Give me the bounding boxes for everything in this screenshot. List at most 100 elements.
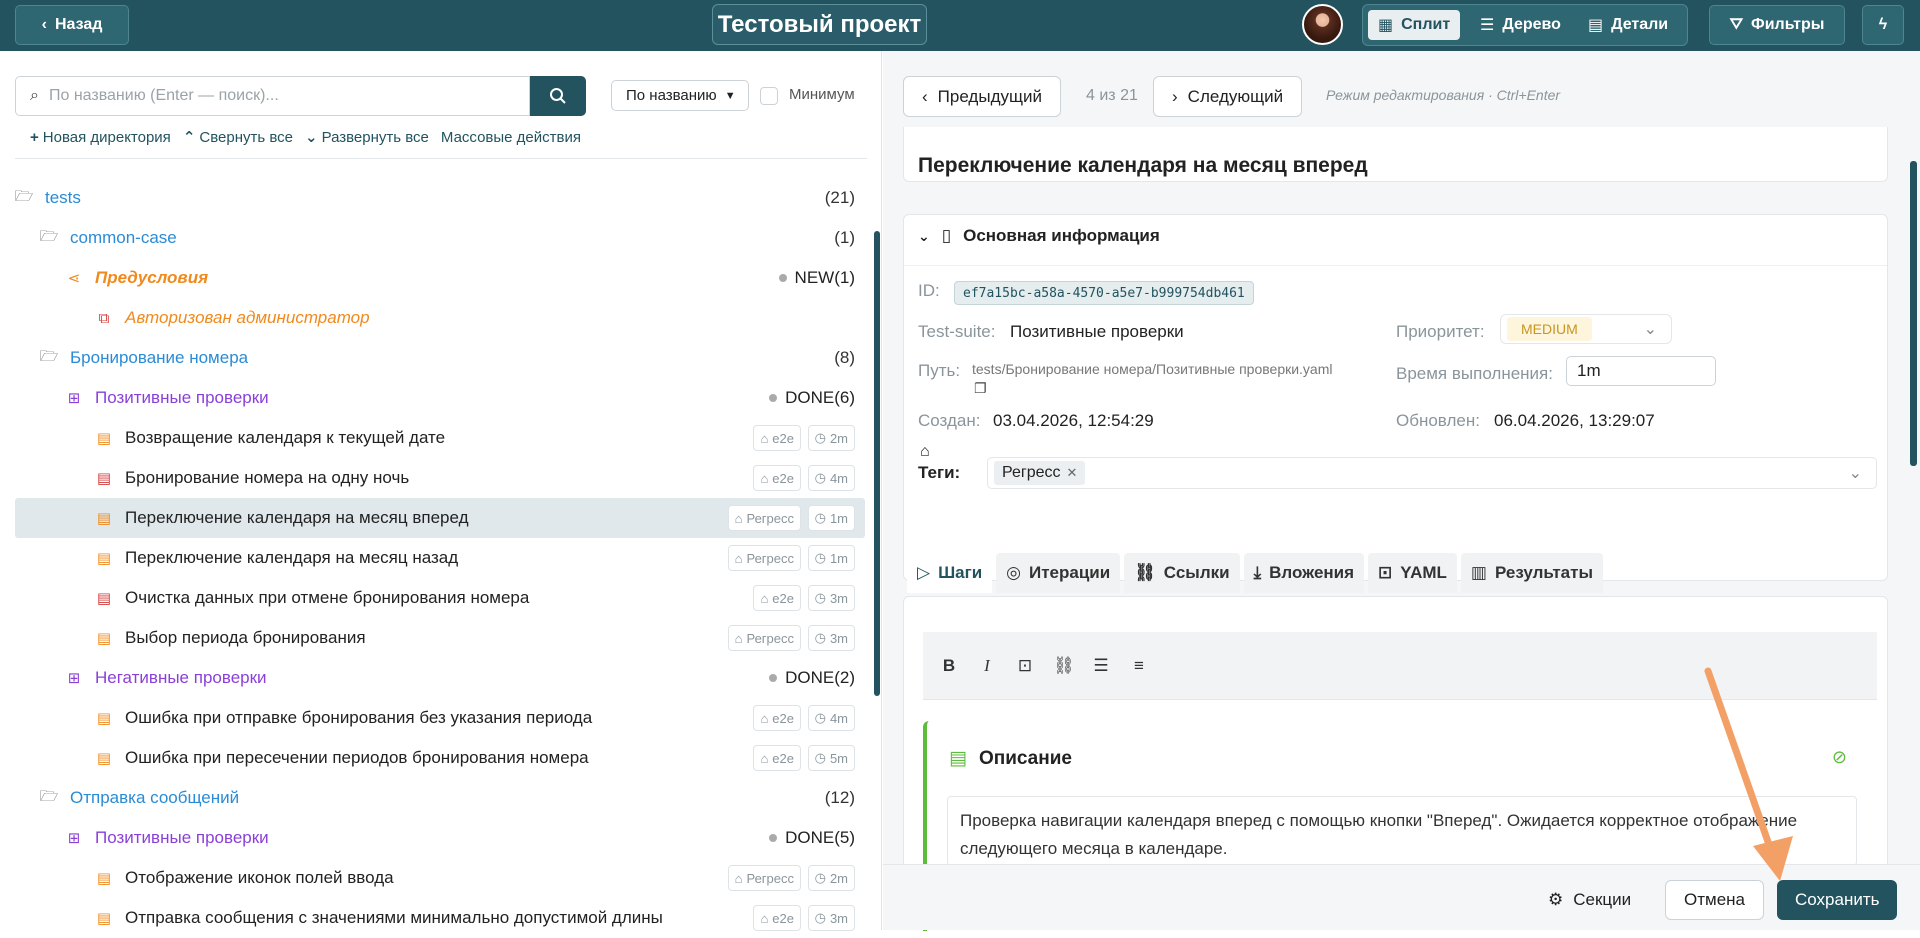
tree-test-case[interactable]: ▤ Ошибка при отправке бронирования без ук… [15, 698, 865, 738]
detail-scrollbar[interactable] [1910, 161, 1917, 466]
chevron-down-icon: ⌄ [1848, 465, 1862, 482]
time-input[interactable]: 1m [1566, 356, 1716, 386]
new-directory-button[interactable]: + Новая директория [30, 128, 171, 146]
tree-precondition[interactable]: ⋖ Предусловия NEW(1) [15, 258, 865, 298]
tree-item-label: Позитивные проверки [95, 828, 269, 847]
test-case-title[interactable]: Переключение календаря на месяц вперед [918, 154, 1368, 178]
time-badge-label: 1m [829, 550, 848, 566]
tag-icon: ⌂ [920, 443, 930, 460]
tree-item-label: Бронирование номера на одну ночь [125, 468, 410, 487]
search-button[interactable] [530, 76, 586, 116]
tag-badge: ⌂ Регресс [727, 505, 801, 531]
search-placeholder: По названию (Enter — поиск)... [48, 87, 279, 104]
italic-icon[interactable]: I [977, 656, 997, 676]
tree-test-case[interactable]: ▤ Ошибка при пересечении периодов брониро… [15, 738, 865, 778]
tag-badge: ⌂ Регресс [727, 625, 801, 651]
bullet-list-icon[interactable]: ☰ [1091, 656, 1111, 676]
tab-attachments[interactable]: ⤓ Вложения [1243, 553, 1365, 593]
test-file-icon: ▤ [96, 590, 112, 607]
view-tree-label: Дерево [1502, 16, 1561, 33]
filters-label: Фильтры [1751, 16, 1825, 33]
next-button[interactable]: › Следующий [1153, 76, 1303, 117]
tag-badge: ⌂ e2e [753, 425, 801, 451]
tree-suite[interactable]: ⊞ Позитивные проверки DONE(6) [15, 378, 865, 418]
status-text: NEW(1) [794, 268, 855, 287]
tag-icon: ⌂ [760, 910, 769, 926]
time-badge: ◷ 3m [807, 585, 855, 611]
bar-chart-icon: ▥ [1470, 563, 1487, 582]
priority-select[interactable]: MEDIUM ⌄ [1500, 314, 1672, 344]
document-icon: ▤ [949, 748, 967, 769]
clock-icon: ◷ [814, 590, 826, 605]
tab-iterations[interactable]: ◎ Итерации [996, 553, 1121, 593]
tag-badge-label: e2e [772, 430, 794, 446]
main-info-header[interactable]: ⌄ ▯ Основная информация [918, 226, 1160, 246]
bold-icon[interactable]: B [939, 656, 959, 676]
tree-item-label: tests [45, 188, 81, 207]
close-icon[interactable]: ✕ [1067, 465, 1078, 481]
tree-folder[interactable]: 🗁 common-case (1) [15, 218, 865, 258]
tree-test-case[interactable]: ▤ Возвращение календаря к текущей дате ⌂ e2… [15, 418, 865, 458]
tree-item-label: Негативные проверки [95, 668, 267, 687]
collapse-all-button[interactable]: ⌃ Свернуть все [183, 128, 293, 147]
tab-steps[interactable]: ▷ Шаги [907, 553, 993, 593]
tree-test-case[interactable]: ▤ Выбор периода бронирования ⌂ Регресс ◷ 3m [15, 618, 865, 658]
tab-yaml[interactable]: ⊡ YAML [1368, 553, 1457, 593]
tag-icon: ⌂ [734, 630, 743, 646]
status-text: DONE(6) [785, 388, 855, 407]
minimum-checkbox[interactable] [760, 87, 778, 105]
share-icon: ⋖ [67, 270, 81, 287]
link-icon[interactable]: ⛓ [1053, 656, 1075, 676]
tree-precondition[interactable]: ⧉ Авторизован администратор [15, 298, 865, 338]
search-input[interactable]: ⌕ По названию (Enter — поиск)... [15, 76, 530, 116]
tree-scrollbar[interactable] [874, 231, 880, 696]
tags-select[interactable]: Регресс ✕ ⌄ [987, 457, 1877, 489]
view-details-button[interactable]: ▤ Детали [1578, 10, 1678, 40]
tag-badge-label: Регресс [746, 510, 794, 526]
id-value: ef7a15bc-a58a-4570-a5e7-b999754db461 [954, 281, 1254, 305]
eye-off-icon[interactable]: ⊘ [1832, 747, 1847, 768]
path-value: tests/Бронирование номера/Позитивные про… [972, 361, 1333, 377]
sort-select[interactable]: По названию ▼ [611, 80, 749, 111]
tree-test-case[interactable]: ▤ Бронирование номера на одну ночь ⌂ e2e ◷ 4m [15, 458, 865, 498]
code-icon[interactable]: ⊡ [1015, 656, 1035, 676]
sections-button[interactable]: ⚙ Секции [1530, 880, 1649, 920]
tab-results[interactable]: ▥ Результаты [1460, 553, 1603, 593]
test-file-icon: ▤ [96, 910, 112, 927]
chevron-left-icon: ‹ [41, 16, 47, 33]
previous-button[interactable]: ‹ Предыдущий [903, 76, 1061, 117]
tree-folder[interactable]: 🗁 tests (21) [15, 178, 865, 218]
annotation-arrow [1704, 667, 1793, 881]
priority-value: MEDIUM [1507, 317, 1592, 341]
collapse-all-label: Свернуть все [199, 128, 293, 146]
tree-suite[interactable]: ⊞ Позитивные проверки DONE(5) [15, 818, 865, 858]
tag-icon: ⌂ [760, 710, 769, 726]
tree-test-case[interactable]: ▤ Переключение календаря на месяц назад ⌂ Р… [15, 538, 865, 578]
tree-folder[interactable]: 🗁 Бронирование номера (8) [15, 338, 865, 378]
quick-action-button[interactable]: ϟ [1862, 5, 1904, 45]
tree-suite[interactable]: ⊞ Негативные проверки DONE(2) [15, 658, 865, 698]
tree-test-case[interactable]: ▤ Отправка сообщения с значениями минимал… [15, 898, 865, 938]
avatar[interactable] [1302, 4, 1343, 45]
tree-test-case[interactable]: ▤ Переключение календаря на месяц вперед ⌂… [15, 498, 865, 538]
view-tree-button[interactable]: ☰ Дерево [1470, 10, 1571, 40]
tab-links[interactable]: ⛓ Ссылки [1124, 553, 1240, 593]
view-split-button[interactable]: ▦ Сплит [1368, 10, 1461, 40]
copy-icon[interactable]: ❐ [974, 380, 987, 397]
numbered-list-icon[interactable]: ≡ [1129, 656, 1149, 676]
filters-button[interactable]: ⛛ Фильтры [1709, 5, 1845, 45]
new-directory-label: Новая директория [42, 128, 171, 146]
expand-all-button[interactable]: ⌄ Развернуть все [305, 128, 429, 147]
document-icon: ▯ [941, 226, 952, 245]
time-badge-label: 2m [829, 870, 848, 886]
tree-folder[interactable]: 🗁 Отправка сообщений (12) [15, 778, 865, 818]
bulk-actions-button[interactable]: Массовые действия [441, 128, 581, 146]
created-value: 03.04.2026, 12:54:29 [993, 411, 1154, 430]
tree-test-case[interactable]: ▤ Очистка данных при отмене бронирования … [15, 578, 865, 618]
time-badge-label: 1m [829, 510, 848, 526]
tree-test-case[interactable]: ▤ Отображение иконок полей ввода ⌂ Регресс ◷… [15, 858, 865, 898]
back-button[interactable]: ‹ Назад [15, 5, 129, 45]
status-badge: NEW(1) [778, 268, 855, 288]
main-info-title: Основная информация [963, 226, 1160, 245]
tag-badge: ⌂ e2e [753, 585, 801, 611]
